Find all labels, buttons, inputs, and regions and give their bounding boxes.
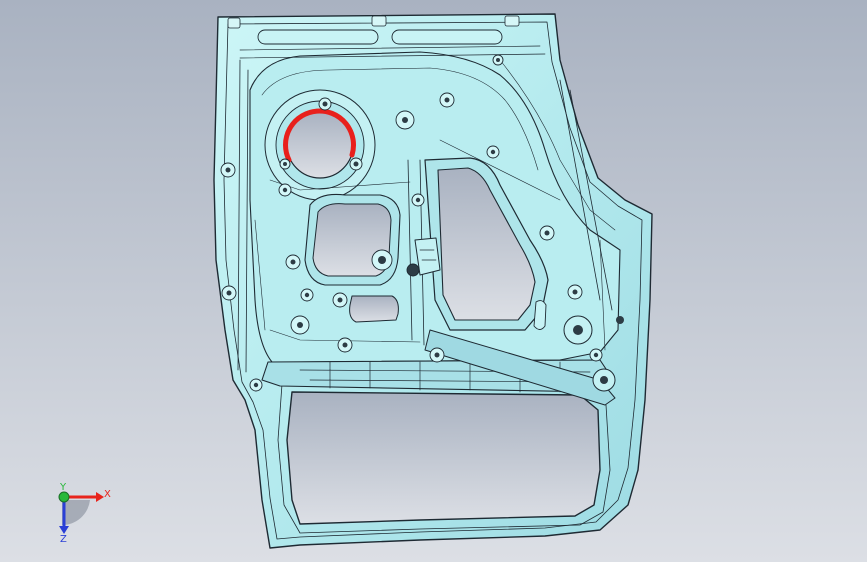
access-hole-lower xyxy=(349,295,399,323)
cad-graphics-viewport[interactable]: X Y Z xyxy=(0,0,867,562)
z-axis-label: Z xyxy=(60,534,67,545)
model-canvas[interactable]: X Y Z xyxy=(0,0,867,562)
speaker-mount xyxy=(264,89,376,201)
regulator-slot xyxy=(533,300,547,330)
y-axis-point xyxy=(58,491,70,503)
y-axis-label: Y xyxy=(59,482,67,493)
x-axis-label: X xyxy=(104,489,111,500)
center-bracket xyxy=(414,237,441,276)
window-opening xyxy=(286,391,601,525)
